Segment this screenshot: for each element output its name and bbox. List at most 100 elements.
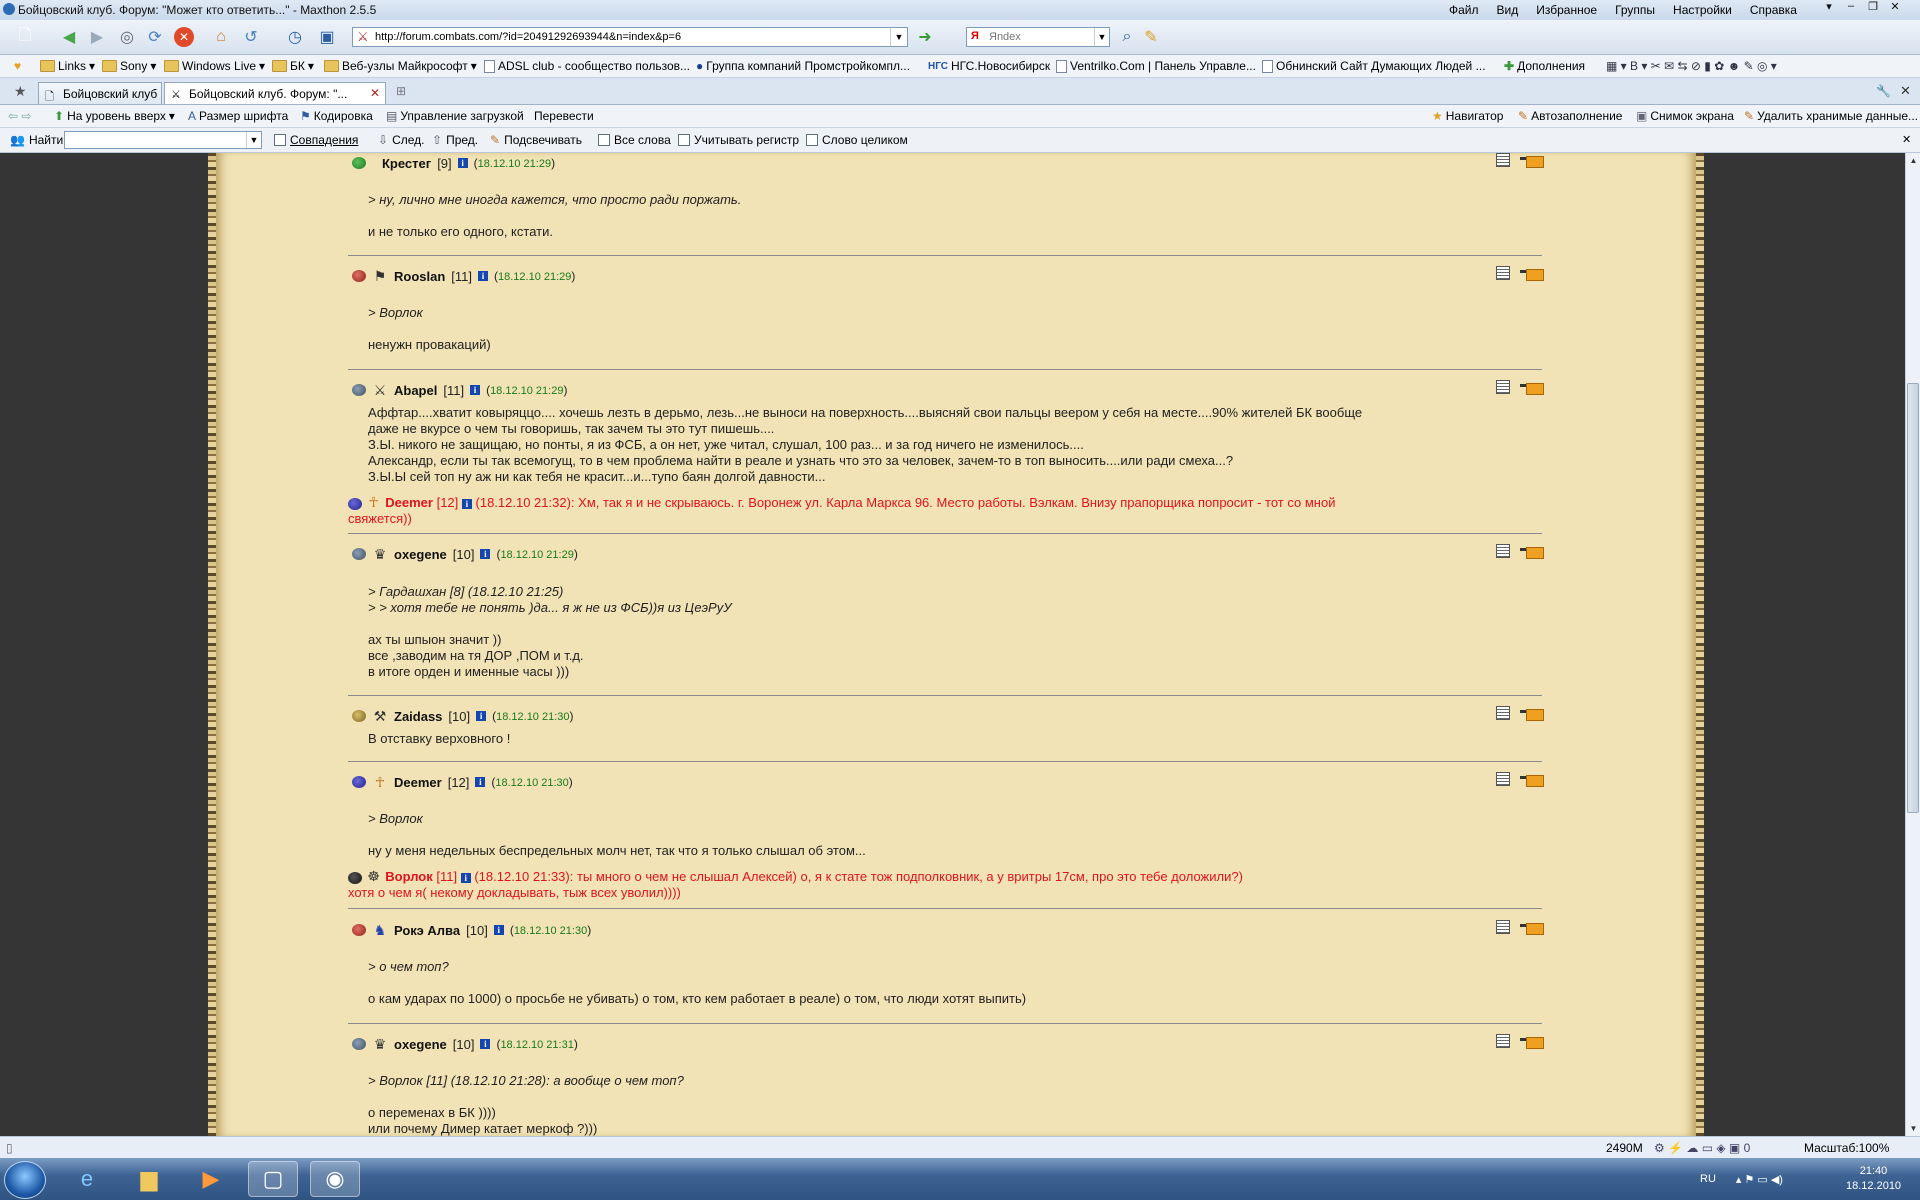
vertical-scrollbar[interactable]: ▲ ▼	[1905, 153, 1920, 1136]
history-dropdown-icon[interactable]: ◎	[116, 27, 138, 47]
translate-button[interactable]: Перевести	[534, 109, 594, 123]
menu-help[interactable]: Справка	[1741, 3, 1806, 17]
tab-combats-home[interactable]: 🗋 Бойцовский клуб	[38, 82, 162, 104]
restore-icon[interactable]: ❐	[1862, 0, 1884, 13]
quote-icon[interactable]	[1496, 1034, 1510, 1048]
post-author[interactable]: oxegene	[394, 1037, 447, 1052]
info-icon[interactable]: i	[461, 499, 472, 509]
go-icon[interactable]: ➜	[914, 27, 936, 47]
menu-file[interactable]: Файл	[1440, 3, 1488, 17]
info-icon[interactable]: i	[476, 711, 487, 721]
fav-promstroy[interactable]: ● Группа компаний Промстройкомпл...	[696, 59, 910, 73]
status-tool-icons[interactable]: ⚙ ⚡ ☁ ▭ ◈ ▣ 0	[1654, 1141, 1750, 1155]
search-input[interactable]	[989, 29, 1089, 45]
highlight-pen-icon[interactable]: ✎	[1140, 27, 1162, 47]
scroll-up-icon[interactable]: ▲	[1906, 153, 1920, 168]
reply-author[interactable]: Deemer	[385, 495, 433, 510]
clock-icon[interactable]: ◷	[284, 27, 306, 47]
find-prev-button[interactable]: ⇧ Пред.	[432, 133, 478, 147]
reply-icon[interactable]	[1520, 707, 1544, 721]
quote-icon[interactable]	[1496, 544, 1510, 558]
zoom-level[interactable]: Масштаб:100%	[1804, 1141, 1889, 1155]
info-icon[interactable]: i	[470, 385, 481, 395]
clear-data-button[interactable]: ✎ Удалить хранимые данные...	[1744, 109, 1918, 123]
find-dropdown-icon[interactable]: ▼	[246, 132, 261, 148]
post-author[interactable]: Deemer	[394, 775, 442, 790]
close-window-icon[interactable]: ✕	[1884, 0, 1906, 13]
fav-ngs[interactable]: НГС НГС.Новосибирск	[928, 59, 1050, 73]
refresh-icon[interactable]: ⟳	[144, 27, 166, 47]
fav-microsoft[interactable]: Веб-узлы Майкрософт ▾	[324, 59, 477, 73]
quote-icon[interactable]	[1496, 706, 1510, 720]
reply-author[interactable]: Ворлок	[385, 869, 432, 884]
reply-icon[interactable]	[1520, 381, 1544, 395]
internet-explorer-icon[interactable]: e	[62, 1161, 112, 1197]
menu-favorites[interactable]: Избранное	[1527, 3, 1606, 17]
fav-windows-live[interactable]: Windows Live ▾	[164, 59, 265, 73]
autofill-button[interactable]: ✎ Автозаполнение	[1518, 109, 1622, 123]
highlight-button[interactable]: ✎ Подсвечивать	[490, 133, 582, 147]
screenshot-button[interactable]: ▣ Снимок экрана	[1636, 109, 1734, 123]
info-icon[interactable]: i	[493, 925, 504, 935]
find-input-box[interactable]: ▼	[64, 131, 262, 149]
file-explorer-icon[interactable]: ▆	[124, 1161, 174, 1197]
quote-icon[interactable]	[1496, 266, 1510, 280]
menu-view[interactable]: Вид	[1488, 3, 1528, 17]
fav-links[interactable]: Links ▾	[40, 59, 95, 73]
case-checkbox[interactable]: Учитывать регистр	[678, 133, 799, 147]
post-author[interactable]: Rooslan	[394, 269, 445, 284]
fav-obninsk[interactable]: Обнинский Сайт Думающих Людей ...	[1262, 59, 1486, 73]
reply-icon[interactable]	[1520, 921, 1544, 935]
addons-button[interactable]: ✚ Дополнения	[1504, 59, 1585, 73]
close-all-icon[interactable]: ✕	[1900, 83, 1911, 99]
fav-adsl-club[interactable]: ADSL club - сообщество пользов...	[484, 59, 690, 73]
tools-icon[interactable]: 🔧	[1876, 84, 1891, 98]
info-icon[interactable]: i	[460, 873, 471, 883]
clock[interactable]: 21:40 18.12.2010	[1846, 1158, 1901, 1200]
language-indicator[interactable]: RU	[1700, 1173, 1716, 1185]
address-dropdown-icon[interactable]: ▼	[890, 28, 907, 46]
post-author[interactable]: oxegene	[394, 547, 447, 562]
media-player-icon[interactable]: ▶	[186, 1161, 236, 1197]
navigator-button[interactable]: ★ Навигатор	[1432, 109, 1503, 123]
find-next-button[interactable]: ⇩ След.	[378, 133, 424, 147]
info-icon[interactable]: i	[480, 549, 491, 559]
post-author[interactable]: Рокэ Алва	[394, 923, 460, 938]
fav-sony[interactable]: Sony ▾	[102, 59, 156, 73]
post-author[interactable]: Abapel	[394, 383, 437, 398]
start-button[interactable]	[4, 1161, 46, 1199]
undo-close-icon[interactable]: ↺	[240, 27, 262, 47]
reply-icon[interactable]	[1520, 773, 1544, 787]
scroll-thumb[interactable]	[1907, 383, 1919, 813]
scroll-down-icon[interactable]: ▼	[1906, 1121, 1920, 1136]
quote-icon[interactable]	[1496, 153, 1510, 167]
font-size-button[interactable]: A Размер шрифта	[188, 109, 288, 123]
info-icon[interactable]: i	[475, 777, 486, 787]
reply-icon[interactable]	[1520, 267, 1544, 281]
search-icon[interactable]: ⌕	[1116, 27, 1138, 47]
home-icon[interactable]: ⌂	[210, 27, 232, 47]
close-find-icon[interactable]: ✕	[1902, 133, 1911, 146]
up-level-button[interactable]: ⬆ На уровень вверх ▾	[54, 109, 175, 123]
app-window-icon[interactable]: ▢	[248, 1161, 298, 1197]
dropdown-arrow-icon[interactable]: ▾	[1818, 0, 1840, 13]
reply-icon[interactable]	[1520, 1035, 1544, 1049]
reply-icon[interactable]	[1520, 545, 1544, 559]
info-icon[interactable]: i	[480, 1039, 491, 1049]
whole-word-checkbox[interactable]: Слово целиком	[806, 133, 908, 147]
favorites-heart-icon[interactable]: ♥	[14, 59, 21, 73]
matches-checkbox[interactable]: Совпадения	[274, 133, 358, 147]
menu-groups[interactable]: Группы	[1606, 3, 1664, 17]
search-dropdown-icon[interactable]: ▼	[1094, 28, 1109, 46]
new-tab-plus-icon[interactable]: ⊞	[396, 84, 406, 98]
quote-icon[interactable]	[1496, 772, 1510, 786]
reply-icon[interactable]	[1520, 154, 1544, 168]
back-small-icon[interactable]: ⇦ ⇨	[8, 109, 31, 123]
fav-bk[interactable]: БК ▾	[272, 59, 314, 73]
fav-ventrilko[interactable]: Ventrilko.Com | Панель Управле...	[1056, 59, 1256, 73]
new-tab-icon[interactable]: 🗋	[14, 27, 36, 47]
quote-icon[interactable]	[1496, 920, 1510, 934]
back-icon[interactable]: ◀	[58, 27, 80, 47]
load-control-button[interactable]: ▤ Управление загрузкой	[386, 109, 524, 123]
address-input[interactable]	[375, 29, 875, 45]
